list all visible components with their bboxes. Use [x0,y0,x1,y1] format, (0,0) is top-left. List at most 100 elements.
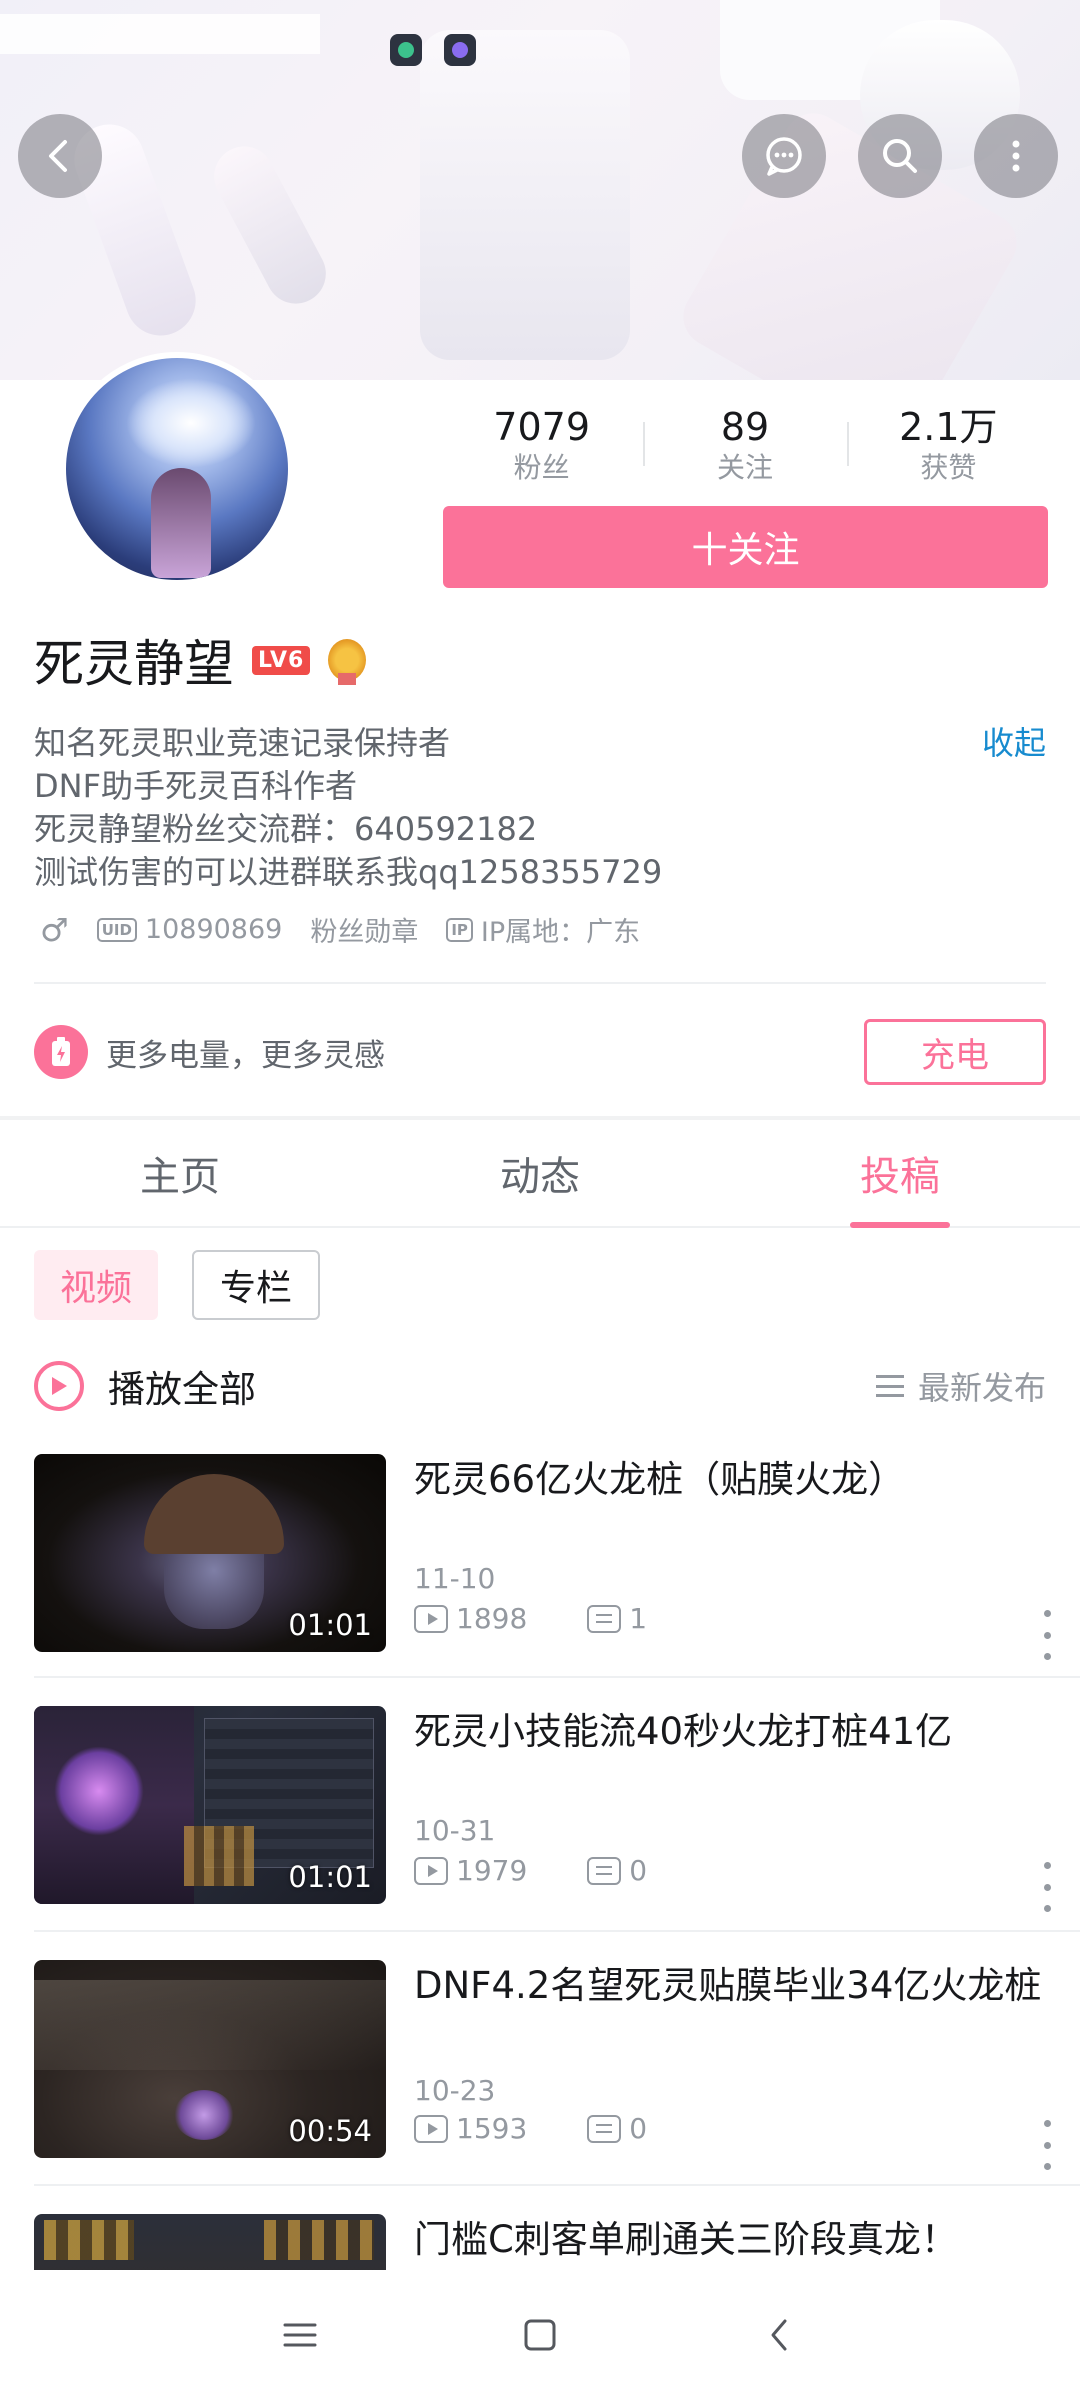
uid-value: 10890869 [144,914,283,945]
video-stats: 1593 0 [414,2112,647,2145]
bio-line: DNF助手死灵百科作者 [34,767,357,805]
list-item[interactable]: 01:01 死灵小技能流40秒火龙打桩41亿 10-31 1979 0 [34,1706,1080,1912]
video-date: 10-31 [414,1814,496,1847]
system-back-button[interactable] [740,2295,820,2375]
stat-following[interactable]: 89 关注 [643,404,846,484]
profile-stats: 7079 粉丝 89 关注 2.1万 获赞 [440,404,1050,484]
stat-value: 7079 [493,405,591,449]
message-button[interactable] [742,114,826,198]
menu-icon [283,2323,317,2347]
gender-icon: ♂ [40,910,69,949]
comment-count-value: 1 [629,1602,648,1635]
app-notification-icon [390,34,422,66]
collapse-bio-link[interactable]: 收起 [982,722,1046,765]
home-square-icon [524,2319,556,2351]
tab-uploads[interactable]: 投稿 [720,1120,1080,1226]
video-thumbnail[interactable]: 00:54 [34,1960,386,2158]
fan-medal-link[interactable]: 粉丝勋章 [310,910,418,949]
view-count: 1593 [414,2112,527,2145]
content-type-chips: 视频 专栏 [34,1250,321,1320]
divider [34,2184,1080,2186]
play-all-button[interactable]: 播放全部 [108,1359,876,1413]
list-item[interactable]: 01:01 死灵66亿火龙桩（贴膜火龙） 11-10 1898 1 [34,1454,1080,1660]
video-duration: 01:01 [288,1608,372,1642]
play-count-icon [414,1604,448,1633]
video-date: 11-10 [414,1562,496,1595]
bio-line: 知名死灵职业竞速记录保持者 [34,724,451,762]
ip-location: IP IP属地：广东 [446,910,640,949]
follow-button[interactable]: 十关注 [443,506,1048,588]
stat-fans[interactable]: 7079 粉丝 [440,404,643,484]
sort-label: 最新发布 [917,1369,1046,1407]
chip-video[interactable]: 视频 [34,1250,159,1320]
list-item[interactable]: 门槛C刺客单刷通关三阶段真龙！ [34,2214,1080,2270]
battery-icon [34,1025,88,1079]
back-arrow-icon [771,2319,787,2351]
tab-home[interactable]: 主页 [0,1120,360,1226]
comment-count: 0 [587,2112,647,2145]
view-count: 1979 [414,1854,527,1887]
profile-tabs: 主页 动态 投稿 [0,1120,1080,1228]
status-bar-icons [390,34,476,66]
avatar[interactable] [60,352,294,586]
video-title[interactable]: 门槛C刺客单刷通关三阶段真龙！ [414,2214,1054,2266]
play-count-icon [414,1856,448,1885]
sort-selector[interactable]: 最新发布 [875,1363,1046,1409]
status-bar-area [0,14,320,54]
divider [34,1676,1080,1678]
level-badge: LV6 [252,645,311,675]
play-all-row: 播放全部 最新发布 [34,1356,1046,1416]
profile-name-row: 死灵静望 LV6 [34,624,367,696]
video-thumbnail[interactable] [34,2214,386,2270]
profile-meta-row: ♂ UID 10890869 粉丝勋章 IP IP属地：广东 [40,910,668,949]
ip-badge: IP [446,917,473,942]
view-count-value: 1898 [456,1602,528,1635]
ip-location-text: IP属地：广东 [480,917,641,948]
play-all-icon[interactable] [34,1361,84,1411]
list-icon [875,1375,904,1397]
stat-label: 获赞 [920,451,977,484]
more-vertical-icon [1012,140,1020,172]
chat-bubble-icon [766,137,802,176]
more-options-icon[interactable] [1042,1610,1052,1660]
username: 死灵静望 [34,635,234,693]
chevron-left-icon [49,140,67,172]
more-options-icon[interactable] [1042,2120,1052,2170]
menu-button[interactable] [260,2295,340,2375]
bio-line: 死灵静望粉丝交流群：640592182 [34,810,538,848]
stat-value: 2.1万 [899,405,998,449]
search-icon [883,139,917,173]
charge-row: 更多电量，更多灵感 充电 [34,1018,1046,1086]
more-options-icon[interactable] [1042,1862,1052,1912]
stat-value: 89 [720,405,770,449]
stat-likes[interactable]: 2.1万 获赞 [846,404,1050,484]
stat-label: 关注 [716,451,773,484]
search-button[interactable] [858,114,942,198]
comment-count: 0 [587,1854,647,1887]
video-title[interactable]: DNF4.2名望死灵贴膜毕业34亿火龙桩 [414,1960,1054,2012]
charge-button[interactable]: 充电 [864,1019,1046,1085]
video-stats: 1898 1 [414,1602,647,1635]
chip-column[interactable]: 专栏 [192,1250,321,1320]
medal-icon[interactable] [328,639,367,685]
more-button[interactable] [974,114,1058,198]
tab-dynamics[interactable]: 动态 [360,1120,720,1226]
charge-text: 更多电量，更多灵感 [106,1037,385,1074]
video-title[interactable]: 死灵66亿火龙桩（贴膜火龙） [414,1454,1054,1506]
video-title[interactable]: 死灵小技能流40秒火龙打桩41亿 [414,1706,1054,1758]
comment-count-value: 0 [629,1854,648,1887]
uid-badge: UID [96,917,137,942]
video-thumbnail[interactable]: 01:01 [34,1706,386,1904]
uid-item: UID 10890869 [96,914,283,945]
play-count-icon [414,2114,448,2143]
view-count: 1898 [414,1602,527,1635]
bio-line: 测试伤害的可以进群联系我qq1258355729 [34,853,663,891]
comment-icon [587,1604,622,1633]
list-item[interactable]: 00:54 DNF4.2名望死灵贴膜毕业34亿火龙桩 10-23 1593 0 [34,1960,1080,2170]
video-duration: 00:54 [288,2114,372,2148]
view-count-value: 1979 [456,1854,528,1887]
profile-bio: 知名死灵职业竞速记录保持者 DNF助手死灵百科作者 死灵静望粉丝交流群：6405… [34,722,934,894]
video-thumbnail[interactable]: 01:01 [34,1454,386,1652]
back-button[interactable] [18,114,102,198]
home-button[interactable] [500,2295,580,2375]
